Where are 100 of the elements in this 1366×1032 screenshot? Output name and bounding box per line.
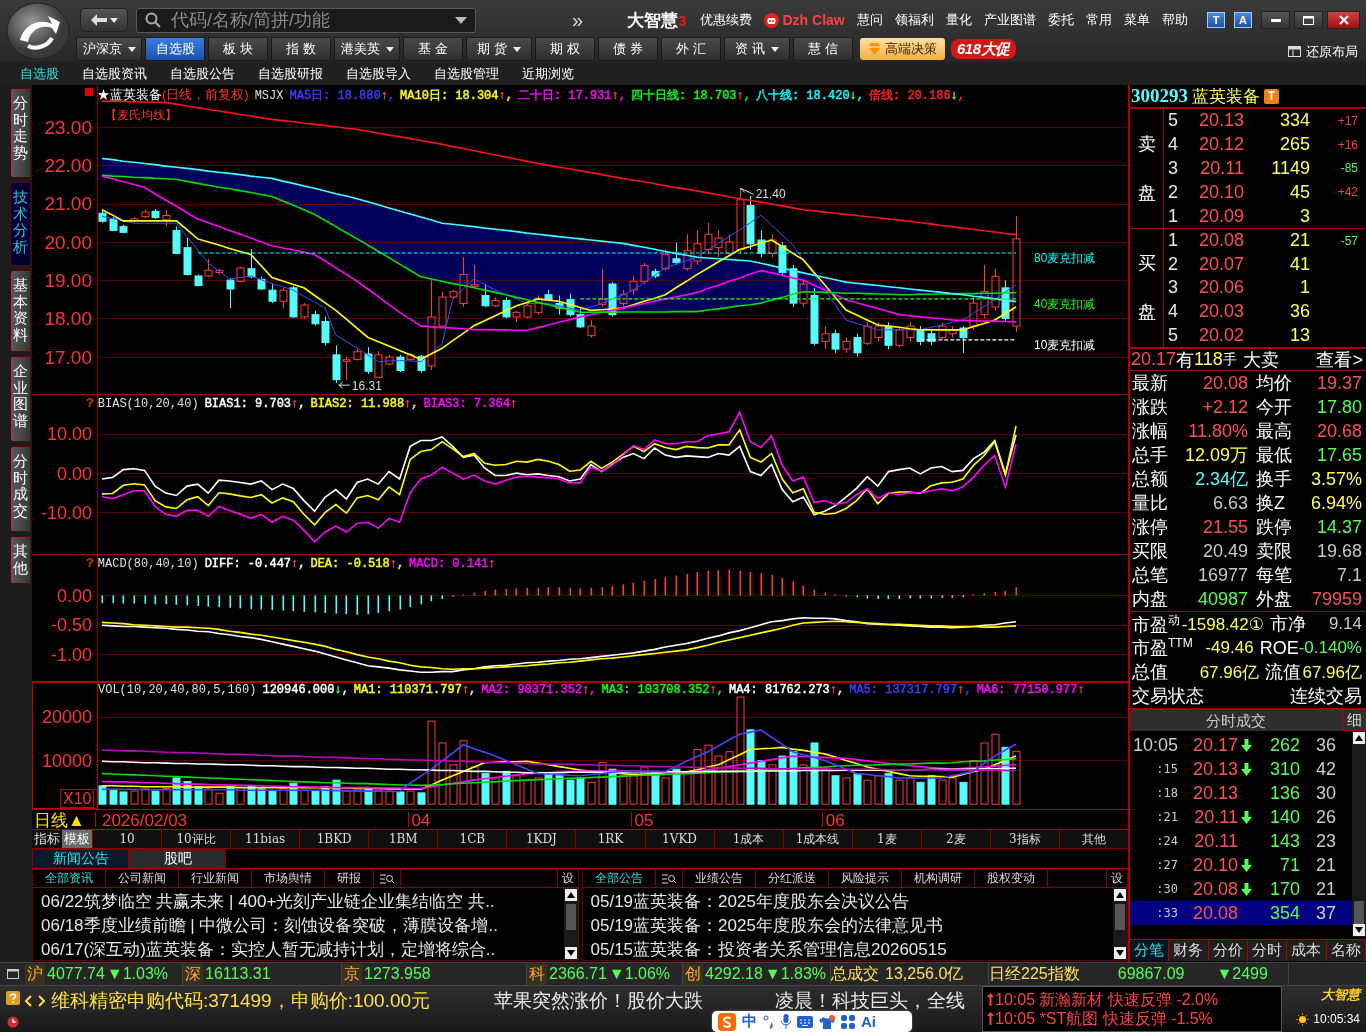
microphone-icon[interactable] [781,1014,791,1029]
view-link[interactable]: 查看> [1316,347,1366,372]
side-tab[interactable]: 分时走势 [10,88,31,178]
menu-item[interactable]: 菜单 [1117,11,1156,29]
indicator-tab[interactable]: 1RK [575,830,645,848]
subnav-tab[interactable]: 自选股资讯 [74,64,155,83]
indicator-tab[interactable]: 1成本 [713,830,783,848]
menu-item[interactable]: 常用 [1079,11,1118,29]
news-filter-tab[interactable]: 业绩公告 [682,870,756,887]
nav-tab[interactable]: 外 汇 [661,37,721,61]
sun-icon[interactable] [1296,1012,1310,1026]
menu-item[interactable]: 量化 [939,11,978,29]
news-headline[interactable]: 06/22筑梦临空 共赢未来 | 400+光刻产业链企业集结临空 共.. [41,890,564,914]
side-tab[interactable]: 技术分析 [10,182,31,266]
dropdown-caret-icon[interactable] [455,16,467,24]
menu-item[interactable]: 委托 [1041,11,1080,29]
menu-item[interactable]: Dzh Claw [758,12,851,28]
tool-button[interactable]: T [1207,12,1225,28]
news-headline[interactable]: 05/15蓝英装备：投资者关系管理信息20260515 [590,938,1113,962]
news-headline[interactable]: 05/19蓝英装备：2025年度股东会决议公告 [590,890,1113,914]
indicator-tab[interactable]: 1VKD [644,830,714,848]
menu-item[interactable]: 慧问 [850,11,889,29]
news-filter-tab[interactable]: 股权变动 [974,870,1048,887]
settings-button[interactable]: 设 [556,870,578,887]
trade-row[interactable]: :24 20.11 143 23 [1130,829,1352,853]
indicator-tab[interactable]: 1麦 [851,830,921,848]
window-icon[interactable] [6,969,19,979]
subnav-tab[interactable]: 自选股管理 [426,64,507,83]
menu-item[interactable]: 优惠续费 [694,11,759,29]
scrollbar[interactable] [1352,731,1366,937]
menu-item[interactable]: 产业图谱 [977,11,1042,29]
panel-tab[interactable]: 分价 [1208,940,1248,961]
news-filter-tab[interactable]: 行业新闻 [179,870,252,887]
indicator-tab[interactable]: 1成本线 [782,830,852,848]
indicator-tab[interactable]: 1CB [437,830,507,848]
side-tab[interactable]: 分时成交 [10,446,31,532]
news-filter-tab[interactable]: 机构调研 [901,870,975,887]
detail-button[interactable]: 细 [1342,710,1366,731]
news-headline[interactable]: 06/17(深互动)蓝英装备：实控人暂无减持计划，定增将综合.. [41,938,564,962]
maximize-button[interactable] [1294,11,1323,29]
nav-tab[interactable]: 板 块 [208,37,268,61]
scrollbar[interactable] [563,888,578,960]
subnav-tab[interactable]: 自选股导入 [338,64,419,83]
alert-message[interactable]: 10:05 新瀚新材 快速反弹 -2.0% [995,990,1219,1009]
search-list-icon[interactable] [661,872,676,885]
scrollbar[interactable] [1113,888,1127,960]
news-filter-tab[interactable]: 分红派送 [755,870,829,887]
event-logo[interactable]: 618大促 [951,39,1016,59]
indicator-tab[interactable]: 其他 [1058,830,1128,848]
nav-tab[interactable]: 自选股 [145,37,205,61]
keyboard-icon[interactable] [797,1015,813,1028]
subnav-tab[interactable]: 近期浏览 [514,64,582,83]
nav-tab[interactable]: 港美英 [334,37,400,61]
shirt-icon[interactable] [819,1014,835,1029]
news-filter-tab[interactable]: 研报 [325,870,374,887]
news-filter-tab[interactable]: 公司新闻 [106,870,179,887]
news-tab[interactable]: 新闻公告 [32,849,129,868]
ticker-headline[interactable]: 苹果突然涨价！股价大跌 [494,990,704,1012]
mode-tab[interactable]: 指标 [32,830,62,848]
news-tab[interactable]: 股吧 [129,849,226,868]
subnav-tab[interactable]: 自选股公告 [162,64,243,83]
menu-item[interactable]: 帮助 [1155,11,1194,29]
nav-tab[interactable]: 指 数 [271,37,331,61]
news-filter-tab[interactable]: 全部资讯 [33,870,106,887]
subnav-tab[interactable]: 自选股 [12,64,67,83]
app-logo-icon[interactable] [6,2,70,60]
help-icon[interactable] [5,990,20,1005]
nav-tab[interactable]: 资 讯 [724,37,790,61]
input-mode[interactable]: 中 [742,1012,757,1031]
period-toggle[interactable]: 日线▲ [34,811,85,829]
side-tab[interactable]: 其他 [10,536,31,584]
trade-row[interactable]: :18 20.13 136 30 [1130,781,1352,805]
subnav-tab[interactable]: 自选股研报 [250,64,331,83]
trade-row[interactable]: :21 20.11 140 26 [1130,805,1352,829]
help-mark[interactable]: ? [86,556,94,571]
grid-icon[interactable] [841,1014,855,1029]
trade-row[interactable]: :33 20.08 354 37 [1130,901,1352,925]
indicator-tab[interactable]: 1KDJ [506,830,576,848]
trade-row[interactable]: :27 20.10 71 21 [1130,853,1352,877]
trade-row[interactable]: 10:05 20.17 262 36 [1130,733,1352,757]
panel-tab[interactable]: 财务 [1169,940,1209,961]
mode-tab[interactable]: 模板 [62,830,92,848]
trade-row[interactable]: :30 20.08 170 21 [1130,877,1352,901]
indicator-tab[interactable]: 1BM [368,830,438,848]
menu-item[interactable]: 领福利 [888,11,940,29]
indicator-tab[interactable]: 10评比 [161,830,231,848]
trade-row[interactable]: :15 20.13 310 42 [1130,757,1352,781]
chevron-left-icon[interactable] [25,995,32,1007]
nav-tab[interactable]: 沪深京 [76,37,142,61]
chevron-right-icon[interactable] [38,995,45,1007]
nav-tab[interactable]: 慧 信 [793,37,853,61]
tool-button[interactable]: A [1234,12,1252,28]
news-headline[interactable]: 05/19蓝英装备：2025年度股东会的法律意见书 [590,914,1113,938]
panel-tab[interactable]: 名称 [1326,940,1366,961]
ai-button[interactable]: Ai [861,1013,876,1030]
restore-layout-button[interactable]: 还原布局 [1288,41,1358,62]
s-logo-icon[interactable] [718,1012,736,1031]
nav-tab[interactable]: 债 券 [598,37,658,61]
search-list-icon[interactable] [380,872,394,885]
nav-tab[interactable]: 期 权 [535,37,595,61]
